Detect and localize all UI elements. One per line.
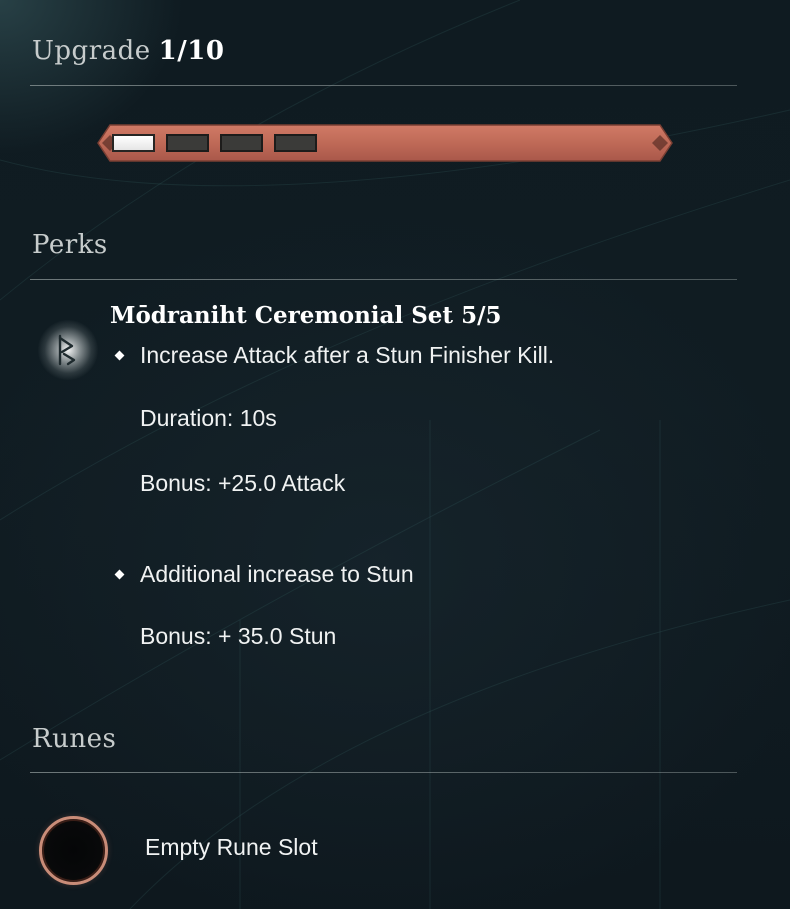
perk-bullet-icon <box>114 569 125 580</box>
perk-2-description: Additional increase to Stun <box>140 561 414 587</box>
upgrade-pip-3 <box>220 134 263 152</box>
perk-set-title: Mōdraniht Ceremonial Set 5/5 <box>110 302 502 329</box>
perks-heading: Perks <box>32 230 108 260</box>
runes-divider <box>30 772 737 773</box>
upgrade-progress-bar <box>94 122 676 164</box>
upgrade-value: 1/10 <box>158 36 225 66</box>
upgrade-label: Upgrade <box>32 36 151 66</box>
empty-rune-slot-label[interactable]: Empty Rune Slot <box>145 834 318 861</box>
perk-bullet-icon <box>114 350 125 361</box>
upgrade-heading: Upgrade 1/10 <box>32 36 224 66</box>
upgrade-pip-1 <box>112 134 155 152</box>
runes-heading: Runes <box>32 724 117 754</box>
perk-1-bonus: Bonus: +25.0 Attack <box>140 470 346 496</box>
rune-glyph-icon <box>38 320 98 380</box>
empty-rune-slot-icon[interactable] <box>39 816 108 885</box>
upgrade-divider <box>30 85 737 86</box>
upgrade-pip-4 <box>274 134 317 152</box>
perk-2-bonus: Bonus: + 35.0 Stun <box>140 623 337 649</box>
upgrade-pip-2 <box>166 134 209 152</box>
perk-1-duration: Duration: 10s <box>140 405 277 431</box>
perks-divider <box>30 279 737 280</box>
perk-1-description: Increase Attack after a Stun Finisher Ki… <box>140 342 555 368</box>
